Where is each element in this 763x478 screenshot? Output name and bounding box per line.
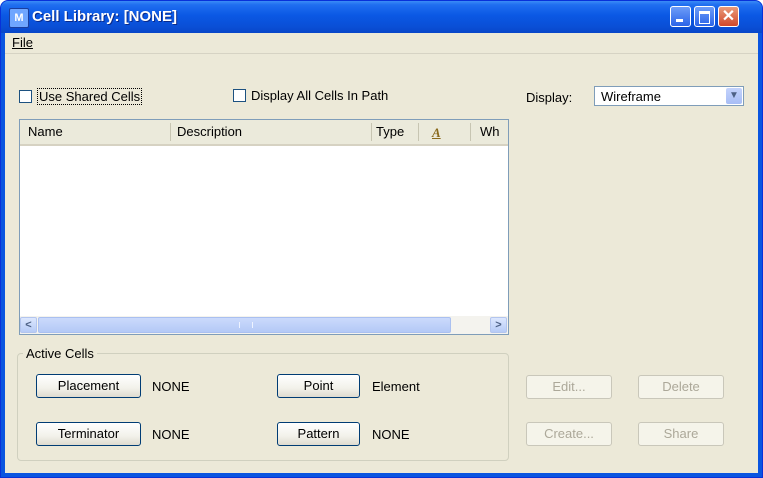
column-header-type[interactable]: Type: [376, 120, 416, 144]
cell-library-window: M Cell Library: [NONE] ✕ File Use Shared…: [0, 0, 763, 478]
checkbox-box[interactable]: [19, 90, 32, 103]
column-header-description[interactable]: Description: [177, 120, 367, 144]
display-dropdown[interactable]: Wireframe ▼: [594, 86, 744, 106]
placement-value: NONE: [152, 379, 190, 394]
column-header-wh[interactable]: Wh: [480, 120, 508, 144]
terminator-button[interactable]: Terminator: [36, 422, 141, 446]
active-cells-title: Active Cells: [23, 346, 97, 361]
column-divider[interactable]: [371, 123, 372, 141]
display-all-cells-label: Display All Cells In Path: [251, 88, 389, 103]
pattern-value: NONE: [372, 427, 410, 442]
menu-bar: File: [5, 33, 758, 54]
horizontal-scrollbar[interactable]: < >: [20, 316, 508, 334]
maximize-button[interactable]: [694, 6, 715, 27]
close-button[interactable]: ✕: [718, 6, 739, 27]
display-selected-value: Wireframe: [601, 89, 661, 104]
minimize-button[interactable]: [670, 6, 691, 27]
display-label: Display:: [526, 90, 573, 105]
window-title: Cell Library: [NONE]: [32, 8, 178, 25]
share-button[interactable]: Share: [638, 422, 724, 446]
microstation-icon: M: [9, 8, 29, 28]
close-icon: ✕: [721, 8, 736, 25]
column-header-name[interactable]: Name: [28, 120, 168, 144]
delete-button[interactable]: Delete: [638, 375, 724, 399]
pattern-button[interactable]: Pattern: [277, 422, 360, 446]
placement-button[interactable]: Placement: [36, 374, 141, 398]
point-value: Element: [372, 379, 420, 394]
cell-list[interactable]: Name Description Type A Wh < >: [19, 119, 509, 335]
chevron-down-icon[interactable]: ▼: [726, 88, 742, 104]
scroll-right-button[interactable]: >: [490, 317, 507, 333]
cell-list-header: Name Description Type A Wh: [20, 120, 508, 146]
column-divider[interactable]: [170, 123, 171, 141]
column-divider[interactable]: [418, 123, 419, 141]
create-button[interactable]: Create...: [526, 422, 612, 446]
use-shared-cells-checkbox[interactable]: Use Shared Cells: [19, 88, 143, 105]
use-shared-cells-label: Use Shared Cells: [37, 88, 143, 105]
scrollbar-thumb[interactable]: [38, 317, 451, 333]
dialog-body: File Use Shared Cells Display All Cells …: [5, 33, 758, 473]
text-style-icon[interactable]: A: [432, 125, 441, 141]
menu-file-label: File: [12, 35, 33, 50]
edit-button[interactable]: Edit...: [526, 375, 612, 399]
scroll-left-button[interactable]: <: [20, 317, 37, 333]
checkbox-box[interactable]: [233, 89, 246, 102]
menu-file[interactable]: File: [12, 35, 33, 50]
display-all-cells-checkbox[interactable]: Display All Cells In Path: [233, 88, 388, 103]
title-bar[interactable]: M Cell Library: [NONE] ✕: [1, 1, 762, 33]
terminator-value: NONE: [152, 427, 190, 442]
point-button[interactable]: Point: [277, 374, 360, 398]
grip-icon: [239, 322, 253, 328]
column-divider[interactable]: [470, 123, 471, 141]
